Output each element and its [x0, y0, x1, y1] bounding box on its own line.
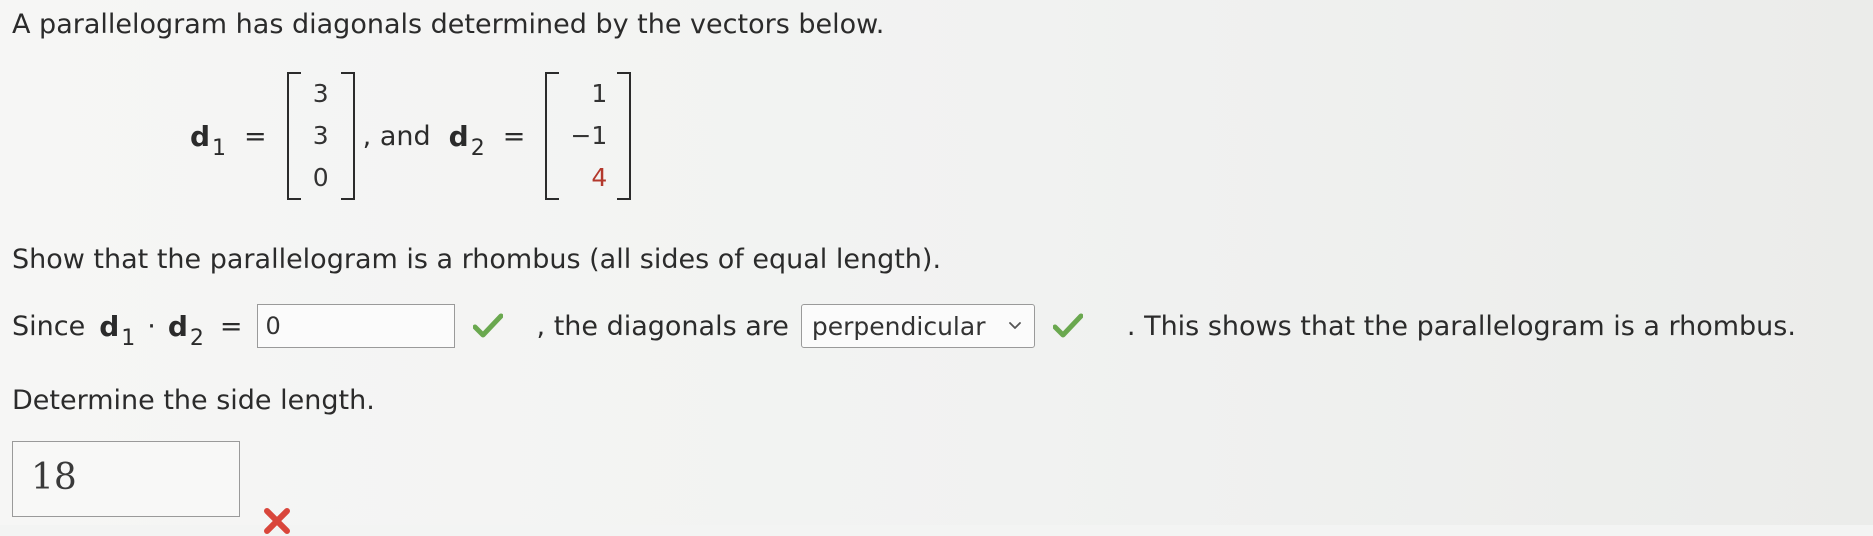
- side-length-input[interactable]: 18: [12, 441, 240, 517]
- equals-sign: =: [502, 120, 526, 152]
- d1-entry-1: 3: [312, 79, 329, 108]
- equals-sign: =: [219, 310, 243, 342]
- d1-entry-2: 3: [312, 121, 329, 150]
- d1-entry-3: 0: [312, 163, 329, 192]
- d2-entry-3: 4: [591, 163, 608, 192]
- and-text: , and: [362, 120, 431, 152]
- since-statement: Since d1 · d2 = , the diagonals are perp…: [12, 302, 1796, 351]
- check-icon: [1052, 313, 1083, 338]
- vector-definitions: d1 = 3 3 0 , and d2 = 1 −1 4: [190, 72, 632, 200]
- d1-label: d1: [190, 119, 227, 161]
- chevron-down-icon: [1009, 322, 1021, 329]
- rhombus-conclusion: . This shows that the parallelogram is a…: [1126, 310, 1796, 342]
- d1-label: d1: [99, 309, 136, 351]
- d2-matrix: 1 −1 4: [545, 72, 632, 200]
- question-intro: A parallelogram has diagonals determined…: [12, 9, 885, 40]
- equals-sign: =: [244, 120, 267, 152]
- select-value: perpendicular: [811, 311, 986, 341]
- dot-product-input[interactable]: [256, 304, 455, 348]
- d2-label: d2: [448, 119, 485, 161]
- diagonal-relation-select[interactable]: perpendicular: [800, 304, 1035, 348]
- cross-icon: [264, 508, 290, 534]
- diagonals-text: , the diagonals are: [536, 310, 789, 342]
- check-icon: [472, 313, 503, 338]
- question-page: A parallelogram has diagonals determined…: [0, 0, 1873, 534]
- since-prefix: Since: [12, 310, 86, 342]
- determine-instruction: Determine the side length.: [12, 385, 375, 416]
- d1-matrix: 3 3 0: [286, 72, 355, 200]
- d2-entry-2: −1: [570, 121, 608, 150]
- dot-operator: ·: [147, 310, 156, 342]
- d2-label: d2: [167, 309, 204, 351]
- show-instruction: Show that the parallelogram is a rhombus…: [12, 244, 942, 275]
- d2-entry-1: 1: [591, 79, 608, 108]
